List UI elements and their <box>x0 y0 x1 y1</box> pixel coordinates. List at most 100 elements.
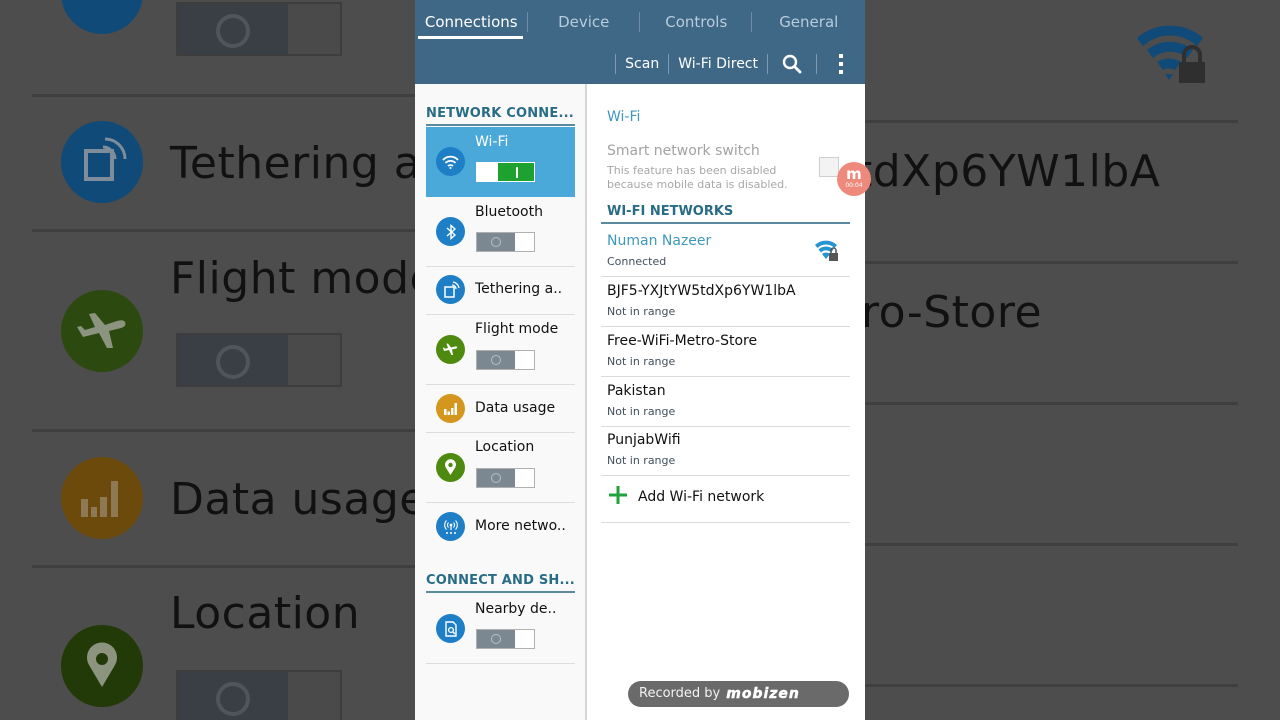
settings-sidebar: NETWORK CONNE... Wi-Fi Bluetooth Tetheri… <box>415 84 587 720</box>
scan-button[interactable]: Scan <box>616 46 668 82</box>
divider <box>865 402 1238 405</box>
sidebar-item-tethering[interactable]: Tethering a.. <box>426 266 575 315</box>
network-item[interactable]: BJF5-YXJtYW5tdXp6YW1lbA Not in range <box>601 277 850 327</box>
network-ssid: Numan Nazeer <box>607 233 712 249</box>
tab-divider <box>639 12 640 32</box>
sidebar-item-wifi[interactable]: Wi-Fi <box>426 127 575 197</box>
airplane-icon <box>61 290 143 372</box>
watermark-prefix: Recorded by <box>639 686 721 701</box>
network-status: Not in range <box>607 355 676 368</box>
sidebar-item-location[interactable]: Location <box>426 432 575 503</box>
tab-divider <box>527 12 528 32</box>
mobizen-logo: mobizen <box>726 686 800 703</box>
sidebar-item-more-networks[interactable]: More netwo.. <box>426 502 575 550</box>
divider <box>32 94 415 97</box>
sidebar-item-label: Nearby de.. <box>475 601 557 617</box>
backdrop-left: Tethering a.. Flight mode Data usage Loc… <box>0 0 415 720</box>
network-ssid: BJF5-YXJtYW5tdXp6YW1lbA <box>607 283 796 299</box>
sidebar-item-label: Flight mode <box>475 321 559 337</box>
wifi-secured-icon <box>815 240 838 261</box>
section-header-network: NETWORK CONNE... <box>426 106 575 126</box>
add-wifi-network-label: Add Wi-Fi network <box>638 489 765 505</box>
network-ssid: PunjabWifi <box>607 432 681 448</box>
mobizen-bubble-time: 00:04 <box>845 182 863 189</box>
data-usage-icon <box>61 457 143 539</box>
search-button[interactable] <box>768 46 816 82</box>
phone-screen: Connections Device Controls General Scan… <box>415 0 865 720</box>
nearby-devices-toggle[interactable] <box>476 629 535 649</box>
backdrop-right: tdXp6YW1lbA ro-Store <box>865 0 1280 720</box>
bluetooth-icon <box>61 0 143 34</box>
section-header-connect-share: CONNECT AND SH... <box>426 573 575 593</box>
tab-general[interactable]: General <box>753 0 866 42</box>
location-icon <box>61 625 143 707</box>
add-wifi-network-button[interactable]: Add Wi-Fi network <box>601 476 850 523</box>
plus-icon <box>609 486 627 504</box>
backdrop-toggle <box>176 2 342 56</box>
sidebar-item-label: More netwo.. <box>475 518 566 534</box>
wifi-detail-panel: Wi-Fi Smart network switch This feature … <box>587 84 865 720</box>
sidebar-item-label: Tethering a.. <box>475 281 563 297</box>
divider <box>865 684 1238 687</box>
tab-device[interactable]: Device <box>528 0 641 42</box>
bluetooth-icon <box>436 217 465 246</box>
backdrop-toggle <box>176 333 342 387</box>
sidebar-item-label: Data usage <box>475 400 556 416</box>
wifi-direct-button[interactable]: Wi-Fi Direct <box>669 46 767 82</box>
divider <box>865 120 1238 123</box>
wifi-toggle[interactable] <box>476 162 535 182</box>
network-item[interactable]: PunjabWifi Not in range <box>601 426 850 476</box>
search-icon <box>782 54 802 74</box>
data-usage-icon <box>436 394 465 423</box>
divider <box>32 565 415 568</box>
backdrop-toggle <box>176 670 342 720</box>
nearby-devices-icon <box>436 614 465 643</box>
sidebar-item-label: Bluetooth <box>475 204 543 220</box>
more-networks-icon <box>436 512 465 541</box>
sidebar-item-nearby-devices[interactable]: Nearby de.. <box>426 594 575 664</box>
mobizen-record-bubble[interactable]: m 00:04 <box>837 162 871 196</box>
network-item[interactable]: Free-WiFi-Metro-Store Not in range <box>601 327 850 377</box>
backdrop-label: Tethering a.. <box>170 138 415 189</box>
divider <box>32 429 415 432</box>
divider <box>32 229 415 232</box>
wifi-lock-icon <box>1135 22 1207 88</box>
location-toggle[interactable] <box>476 468 535 488</box>
network-status: Connected <box>607 255 667 268</box>
network-ssid: Pakistan <box>607 383 666 399</box>
more-vert-icon <box>839 54 843 74</box>
tab-controls[interactable]: Controls <box>640 0 753 42</box>
tab-connections[interactable]: Connections <box>415 0 528 42</box>
tethering-icon <box>436 275 465 304</box>
sidebar-item-data-usage[interactable]: Data usage <box>426 384 575 433</box>
sidebar-item-flight-mode[interactable]: Flight mode <box>426 314 575 385</box>
network-status: Not in range <box>607 454 676 467</box>
backdrop-label: Data usage <box>170 474 415 525</box>
smart-network-switch-checkbox[interactable] <box>819 157 839 177</box>
divider <box>865 261 1238 264</box>
network-item[interactable]: Pakistan Not in range <box>601 377 850 427</box>
sidebar-item-bluetooth[interactable]: Bluetooth <box>426 197 575 267</box>
panel-title: Wi-Fi <box>607 109 641 125</box>
smart-network-switch-description: This feature has been disabled because m… <box>607 164 788 191</box>
action-bar: Scan Wi-Fi Direct <box>615 46 865 82</box>
sidebar-item-label: Location <box>475 439 535 455</box>
tab-bar: Connections Device Controls General <box>415 0 865 42</box>
bluetooth-toggle[interactable] <box>476 232 535 252</box>
network-ssid: Free-WiFi-Metro-Store <box>607 333 758 349</box>
recorded-by-watermark: Recorded by mobizen <box>628 681 849 707</box>
smart-network-switch-label: Smart network switch <box>607 143 760 159</box>
backdrop-label: tdXp6YW1lbA <box>865 146 1161 197</box>
backdrop-label: ro-Store <box>865 287 1043 338</box>
app-bar: Connections Device Controls General Scan… <box>415 0 865 84</box>
network-status: Not in range <box>607 405 676 418</box>
divider <box>865 543 1238 546</box>
mobizen-bubble-letter: m <box>846 165 862 183</box>
wifi-networks-header: WI-FI NETWORKS <box>601 204 850 224</box>
backdrop-label: Location <box>170 588 361 639</box>
backdrop-label: Flight mode <box>170 253 415 304</box>
network-status: Not in range <box>607 305 676 318</box>
network-item[interactable]: Numan Nazeer Connected <box>601 227 850 277</box>
more-options-button[interactable] <box>817 46 865 82</box>
flight-mode-toggle[interactable] <box>476 350 535 370</box>
